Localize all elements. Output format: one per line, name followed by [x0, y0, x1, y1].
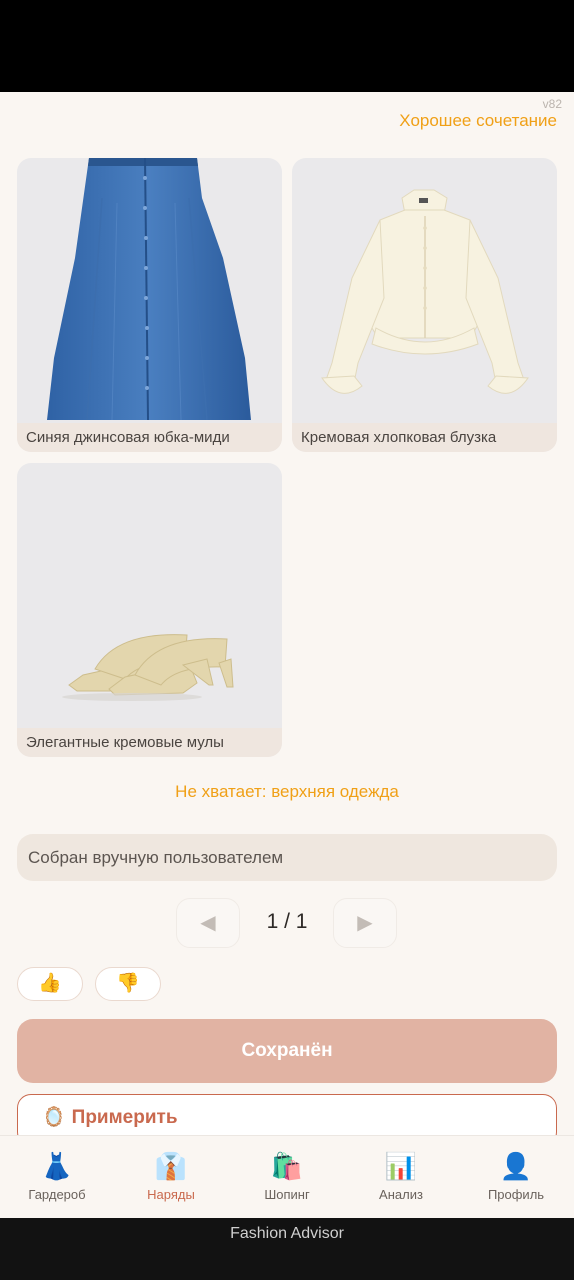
status-bar — [0, 0, 574, 92]
denim-skirt-image — [47, 158, 251, 421]
tab-wardrobe[interactable]: 👗 Гардероб — [0, 1136, 114, 1218]
saved-button[interactable]: Сохранён — [17, 1019, 557, 1083]
bottom-navigation: 👗 Гардероб 👔 Наряды 🛍️ Шопинг 📊 Анализ 👤… — [0, 1135, 574, 1218]
version-label: v82 — [542, 97, 562, 111]
shirt-tie-icon: 👔 — [154, 1151, 188, 1181]
thumbs-down-icon: 👎 — [116, 973, 140, 994]
page-indicator: 1 / 1 — [266, 910, 308, 933]
cream-mules-image — [62, 634, 234, 701]
tab-profile[interactable]: 👤 Профиль — [459, 1136, 573, 1218]
dress-icon: 👗 — [40, 1151, 74, 1181]
cream-blouse-image — [321, 189, 529, 394]
missing-items-label: Не хватает: верхняя одежда — [175, 782, 399, 801]
user-icon: 👤 — [499, 1151, 533, 1181]
try-on-label: Примерить — [71, 1107, 178, 1128]
outfit-source-note: Собран вручную пользователем — [17, 834, 557, 881]
tab-label: Профиль — [487, 1187, 545, 1202]
shopping-bags-icon: 🛍️ — [270, 1151, 304, 1181]
match-rating-label: Хорошее сочетание — [399, 111, 557, 130]
tab-label: Наряды — [147, 1187, 195, 1202]
outfit-item-card[interactable]: Элегантные кремовые мулы — [17, 463, 282, 757]
like-button[interactable]: 👍 — [17, 967, 83, 1001]
tab-outfits[interactable]: 👔 Наряды — [114, 1136, 228, 1218]
outfit-item-card[interactable]: Кремовая хлопковая блузка — [292, 158, 557, 452]
dislike-button[interactable]: 👎 — [95, 967, 161, 1001]
item-name: Кремовая хлопковая блузка — [292, 423, 557, 452]
item-name: Синяя джинсовая юбка-миди — [17, 423, 282, 452]
chevron-right-icon: ▶ — [357, 912, 373, 934]
outfit-item-card[interactable]: Синяя джинсовая юбка-миди — [17, 158, 282, 452]
next-button[interactable]: ▶ — [333, 898, 397, 948]
system-bottom-bar: Fashion Advisor — [0, 1218, 574, 1280]
tab-label: Шопинг — [264, 1187, 310, 1202]
app-title: Fashion Advisor — [230, 1225, 344, 1242]
previous-button[interactable]: ◀ — [176, 898, 240, 948]
mirror-icon: 🪞 — [42, 1107, 66, 1128]
tab-analysis[interactable]: 📊 Анализ — [344, 1136, 458, 1218]
thumbs-up-icon: 👍 — [38, 973, 62, 994]
item-name: Элегантные кремовые мулы — [17, 728, 282, 757]
tab-label: Гардероб — [28, 1187, 86, 1202]
bar-chart-icon: 📊 — [384, 1151, 418, 1181]
outfit-screen: v82 Хорошее сочетание Синяя джинсовая юб… — [0, 92, 574, 1218]
chevron-left-icon: ◀ — [200, 912, 216, 934]
tab-shopping[interactable]: 🛍️ Шопинг — [230, 1136, 344, 1218]
tab-label: Анализ — [379, 1187, 423, 1202]
